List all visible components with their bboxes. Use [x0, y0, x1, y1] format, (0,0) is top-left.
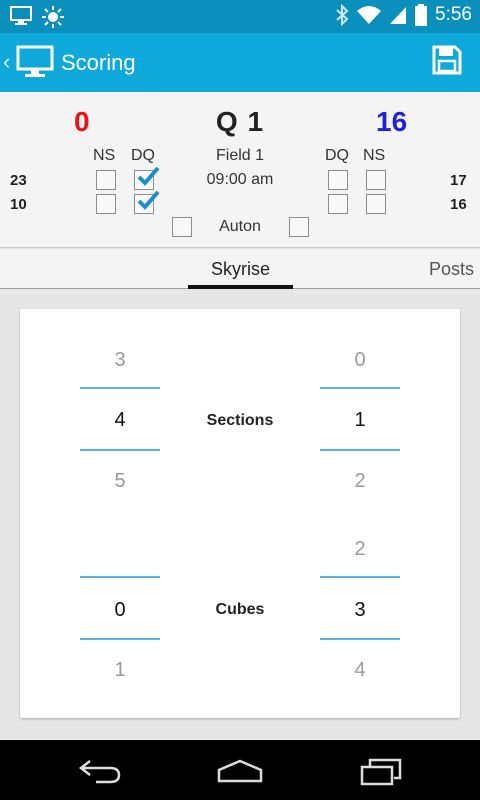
home-icon[interactable] [216, 758, 264, 784]
battery-icon [415, 4, 428, 26]
picker-divider [80, 576, 160, 578]
brightness-icon [42, 6, 64, 28]
picker-prev-value[interactable]: 0 [320, 349, 400, 372]
blue-team-1: 17 [450, 172, 467, 189]
blue-team-1-ns-checkbox[interactable] [366, 170, 386, 190]
picker-prev-value[interactable]: 3 [80, 349, 160, 372]
red-team-1-ns-checkbox[interactable] [96, 170, 116, 190]
tab-bar: Skyrise Posts [0, 249, 480, 289]
red-team-2-ns-checkbox[interactable] [96, 194, 116, 214]
navigation-bar [0, 740, 480, 800]
screen-notification-icon [10, 6, 32, 25]
picker-divider [80, 387, 160, 389]
blue-ns-header: NS [363, 147, 386, 164]
signal-icon [390, 7, 407, 24]
blue-team-1-dq-checkbox[interactable] [328, 170, 348, 190]
red-team-2: 10 [10, 196, 27, 213]
clock: 5:56 [435, 4, 472, 25]
monitor-app-icon[interactable] [16, 45, 54, 79]
match-header: 0 Q 1 16 NS DQ Field 1 DQ NS 09:00 am 23… [0, 92, 480, 248]
save-icon[interactable] [432, 45, 462, 75]
picker-next-value[interactable]: 1 [80, 659, 160, 682]
picker-divider [80, 638, 160, 640]
red-team-1: 23 [10, 172, 27, 189]
picker-selected-value[interactable]: 3 [320, 599, 400, 622]
picker-divider [80, 449, 160, 451]
red-team-2-dq-checkbox[interactable] [134, 190, 160, 214]
checkmark-icon [137, 190, 160, 210]
back-icon[interactable] [78, 758, 122, 784]
tab-indicator [188, 285, 293, 289]
picker-divider [320, 576, 400, 578]
status-bar: 5:56 [0, 0, 480, 33]
red-team-1-dq-checkbox[interactable] [134, 166, 160, 190]
picker-divider [320, 449, 400, 451]
action-bar: ‹ Scoring [0, 33, 480, 92]
picker-next-value[interactable]: 4 [320, 659, 400, 682]
blue-team-2-dq-checkbox[interactable] [328, 194, 348, 214]
auton-label: Auton [219, 218, 261, 235]
match-name: Q 1 [215, 106, 265, 137]
bluetooth-icon [336, 4, 349, 26]
tab-posts[interactable]: Posts [429, 259, 474, 280]
blue-score: 16 [376, 106, 408, 137]
picker-next-value[interactable]: 2 [320, 470, 400, 493]
blue-dq-header: DQ [325, 147, 349, 164]
blue-team-2-ns-checkbox[interactable] [366, 194, 386, 214]
picker-next-value[interactable]: 5 [80, 470, 160, 493]
wifi-icon [357, 6, 382, 24]
blue-team-2: 16 [450, 196, 467, 213]
picker-divider [320, 387, 400, 389]
up-navigation-icon[interactable]: ‹ [3, 49, 10, 75]
recent-apps-icon[interactable] [360, 758, 402, 786]
match-time: 09:00 am [206, 171, 274, 188]
checkmark-icon [137, 166, 160, 186]
picker-selected-value[interactable]: 1 [320, 409, 400, 432]
picker-prev-value[interactable]: 2 [320, 538, 400, 561]
tab-skyrise[interactable]: Skyrise [188, 259, 293, 280]
picker-divider [320, 638, 400, 640]
scoring-card: 3 4 5 Sections 0 1 2 0 1 Cubes 2 3 4 [20, 309, 460, 718]
page-title: Scoring [61, 50, 136, 75]
field-name: Field 1 [215, 147, 265, 164]
blue-auton-checkbox[interactable] [289, 217, 309, 237]
